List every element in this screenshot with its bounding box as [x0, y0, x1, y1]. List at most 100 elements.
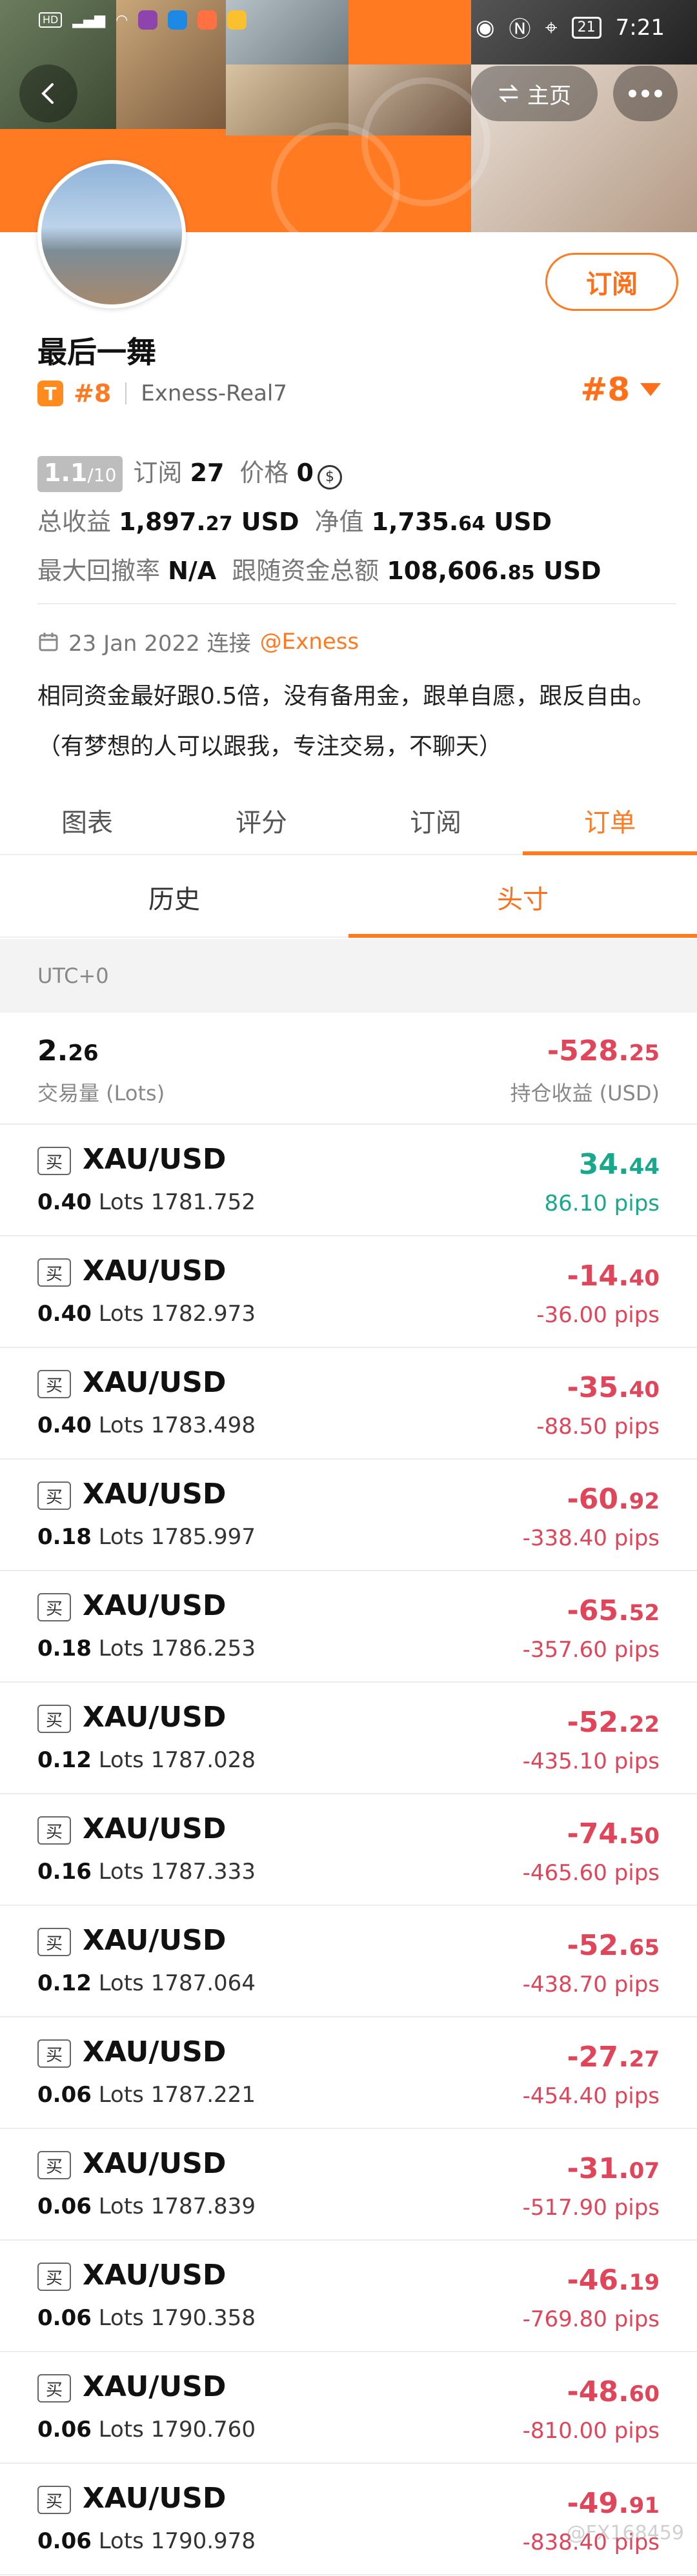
follow-total: 108,606.85 USD: [387, 557, 601, 585]
order-symbol: XAU/USD: [83, 2370, 227, 2403]
connect-date: 23 Jan 2022 连接: [68, 631, 251, 657]
order-lots: 0.06 Lots 1790.760: [37, 2417, 256, 2442]
order-pips: 86.10 pips: [544, 1191, 660, 1216]
order-profit: -31.07: [567, 2152, 660, 2185]
order-symbol: XAU/USD: [83, 1478, 227, 1511]
chevron-left-icon: [41, 83, 54, 104]
buy-tag: 买: [37, 1481, 71, 1510]
broker-link[interactable]: @Exness: [260, 629, 359, 655]
order-profit: -52.65: [567, 1929, 660, 1962]
status-time: 7:21: [615, 14, 665, 41]
calendar-icon: [39, 632, 58, 651]
order-symbol: XAU/USD: [83, 2147, 227, 2180]
max-drawdown: N/A: [168, 557, 217, 585]
order-row[interactable]: 买 XAU/USD 0.12 Lots 1787.028 -52.22 -435.10 …: [0, 1683, 697, 1794]
order-row[interactable]: 买 XAU/USD 0.12 Lots 1787.064 -52.65 -438.70 …: [0, 1906, 697, 2017]
order-lots: 0.40 Lots 1782.973: [37, 1301, 256, 1327]
tab-chart[interactable]: 图表: [0, 787, 174, 854]
order-lots: 0.18 Lots 1785.997: [37, 1524, 256, 1550]
buy-tag: 买: [37, 2263, 71, 2291]
order-subtabs: 历史 头寸: [0, 858, 697, 938]
trader-badge: T: [37, 381, 63, 406]
order-profit: -74.50: [567, 1818, 660, 1850]
order-symbol: XAU/USD: [83, 1589, 227, 1622]
order-pips: -357.60 pips: [522, 1637, 660, 1663]
nfc-icon: Ⓝ: [509, 17, 531, 43]
subscribe-count: 27: [190, 459, 225, 487]
order-row[interactable]: 买 XAU/USD 0.18 Lots 1786.253 -65.52 -357.60 …: [0, 1571, 697, 1683]
order-row[interactable]: 买 XAU/USD 0.18 Lots 1785.997 -60.92 -338.40 …: [0, 1460, 697, 1571]
order-row[interactable]: 买 XAU/USD 0.06 Lots 1790.760 -48.60 -810.00 …: [0, 2352, 697, 2464]
rank-dropdown[interactable]: #8: [580, 371, 661, 408]
order-profit: -27.27: [567, 2041, 660, 2074]
buy-tag: 买: [37, 1258, 71, 1287]
app-icon-purple: [138, 10, 158, 30]
rank-big: #8: [580, 371, 630, 408]
rank-row: T #8 Exness-Real7: [37, 379, 287, 408]
order-profit: -65.52: [567, 1594, 660, 1627]
battery-icon: 21: [571, 16, 601, 39]
location-icon: ⌖: [545, 14, 558, 41]
order-symbol: XAU/USD: [83, 1254, 227, 1287]
order-lots: 0.12 Lots 1787.064: [37, 1970, 256, 1996]
order-row[interactable]: 买 XAU/USD 0.40 Lots 1783.498 -35.40 -88.50 p…: [0, 1348, 697, 1460]
order-lots: 0.40 Lots 1781.752: [37, 1189, 256, 1215]
bio-line-2: （有梦想的人可以跟我，专注交易，不聊天）: [37, 733, 503, 760]
pnl-value: -528.25: [547, 1035, 660, 1067]
connect-info: 23 Jan 2022 连接 @Exness: [37, 626, 359, 657]
app-icon-blue: [168, 10, 188, 30]
tab-rating[interactable]: 评分: [174, 787, 348, 854]
order-symbol: XAU/USD: [83, 2036, 227, 2068]
more-button[interactable]: [613, 66, 678, 121]
order-profit: -35.40: [567, 1371, 660, 1404]
score-badge: 1.1/10: [37, 456, 123, 492]
buy-tag: 买: [37, 1928, 71, 1956]
order-profit: -52.22: [567, 1706, 660, 1739]
account-name: Exness-Real7: [141, 381, 287, 406]
buy-tag: 买: [37, 1147, 71, 1175]
subscribe-button[interactable]: 订阅: [545, 253, 678, 311]
order-symbol: XAU/USD: [83, 1366, 227, 1399]
order-symbol: XAU/USD: [83, 2259, 227, 2292]
tab-subscribe[interactable]: 订阅: [348, 787, 523, 854]
tab-orders[interactable]: 订单: [523, 787, 697, 855]
back-button[interactable]: [19, 64, 77, 123]
more-dots-icon: [629, 90, 636, 97]
signal-icon: ▂▄▆: [72, 12, 106, 28]
swap-icon: [499, 84, 518, 103]
order-row[interactable]: 买 XAU/USD 0.40 Lots 1781.752 34.44 86.10 pip…: [0, 1125, 697, 1236]
order-profit: 34.44: [578, 1148, 660, 1181]
order-lots: 0.16 Lots 1787.333: [37, 1859, 256, 1885]
buy-tag: 买: [37, 2039, 71, 2068]
order-row[interactable]: 买 XAU/USD 0.06 Lots 1790.358 -46.19 -769.80 …: [0, 2241, 697, 2352]
order-row[interactable]: 买 XAU/USD 0.06 Lots 1787.221 -27.27 -454.40 …: [0, 2017, 697, 2129]
buy-tag: 买: [37, 1593, 71, 1621]
avatar[interactable]: [37, 160, 186, 308]
order-row[interactable]: 买 XAU/USD 0.06 Lots 1787.839 -31.07 -517.90 …: [0, 2129, 697, 2241]
order-row[interactable]: 买 XAU/USD 0.16 Lots 1787.333 -74.50 -465.60 …: [0, 1794, 697, 1906]
home-button[interactable]: 主页: [471, 66, 598, 121]
order-lots: 0.40 Lots 1783.498: [37, 1412, 256, 1438]
buy-tag: 买: [37, 2151, 71, 2179]
volume-label: 交易量 (Lots): [37, 1081, 165, 1105]
order-pips: -36.00 pips: [536, 1302, 660, 1328]
order-lots: 0.12 Lots 1787.028: [37, 1747, 256, 1773]
volume-value: 2.26: [37, 1035, 99, 1067]
buy-tag: 买: [37, 2374, 71, 2403]
subtab-positions[interactable]: 头寸: [348, 858, 697, 938]
timezone-bar: UTC+0: [0, 939, 697, 1013]
order-profit: -48.60: [567, 2375, 660, 2408]
net-value: 1,735.64 USD: [371, 508, 552, 536]
order-lots: 0.06 Lots 1787.221: [37, 2082, 256, 2108]
positions-summary: 2.26 交易量 (Lots) -528.25 持仓收益 (USD): [0, 1013, 697, 1125]
order-lots: 0.18 Lots 1786.253: [37, 1636, 256, 1661]
rank-small: #8: [74, 379, 112, 408]
pnl-label: 持仓收益 (USD): [510, 1081, 660, 1105]
subtab-history[interactable]: 历史: [0, 858, 348, 936]
watermark: @FX168459: [566, 2522, 684, 2544]
order-row[interactable]: 买 XAU/USD 0.40 Lots 1782.973 -14.40 -36.00 p…: [0, 1236, 697, 1348]
order-lots: 0.06 Lots 1787.839: [37, 2194, 256, 2219]
orders-list: 买 XAU/USD 0.40 Lots 1781.752 34.44 86.10 pip…: [0, 1125, 697, 2575]
order-row[interactable]: 买 XAU/USD 0.06 Lots 1790.978 -49.91 -838.40 …: [0, 2464, 697, 2575]
order-pips: -465.60 pips: [522, 1860, 660, 1886]
